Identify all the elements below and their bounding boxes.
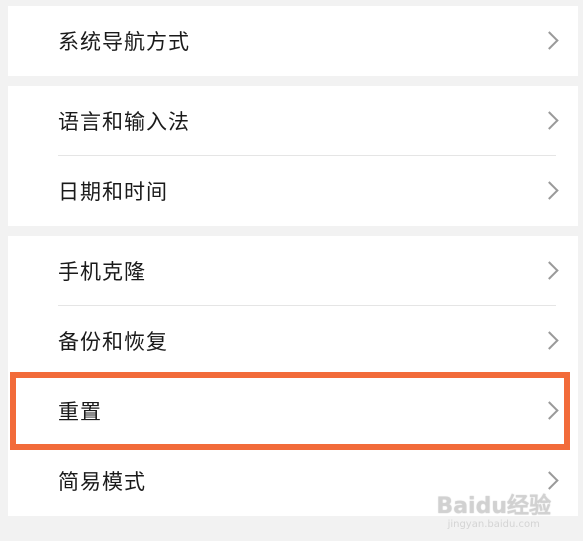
settings-group-language-time: 语言和输入法 日期和时间 bbox=[8, 86, 578, 226]
settings-item-label: 手机克隆 bbox=[58, 260, 146, 284]
chevron-right-icon bbox=[540, 401, 559, 420]
settings-item-phone-clone[interactable]: 手机克隆 bbox=[8, 236, 578, 306]
settings-item-label: 日期和时间 bbox=[58, 180, 168, 204]
settings-item-reset[interactable]: 重置 bbox=[8, 376, 578, 446]
settings-group-navigation: 系统导航方式 bbox=[8, 6, 578, 76]
chevron-right-icon bbox=[540, 471, 559, 490]
settings-item-label: 系统导航方式 bbox=[58, 30, 190, 54]
chevron-right-icon bbox=[540, 331, 559, 350]
chevron-right-icon bbox=[540, 31, 559, 50]
settings-item-label: 重置 bbox=[58, 400, 102, 424]
chevron-right-icon bbox=[540, 111, 559, 130]
settings-item-label: 简易模式 bbox=[58, 470, 146, 494]
settings-item-date-time[interactable]: 日期和时间 bbox=[8, 156, 578, 226]
settings-group-device: 手机克隆 备份和恢复 重置 简易模式 bbox=[8, 236, 578, 516]
settings-item-label: 语言和输入法 bbox=[58, 110, 190, 134]
settings-item-simple-mode[interactable]: 简易模式 bbox=[8, 446, 578, 516]
chevron-right-icon bbox=[540, 181, 559, 200]
settings-item-label: 备份和恢复 bbox=[58, 330, 168, 354]
watermark-url: jingyan.baidu.com bbox=[447, 519, 540, 530]
settings-page: 系统导航方式 语言和输入法 日期和时间 手机克隆 备份和恢复 重置 简易模式 B… bbox=[0, 0, 583, 541]
settings-item-system-navigation[interactable]: 系统导航方式 bbox=[8, 6, 578, 76]
settings-item-language-input[interactable]: 语言和输入法 bbox=[8, 86, 578, 156]
chevron-right-icon bbox=[540, 261, 559, 280]
settings-item-backup-restore[interactable]: 备份和恢复 bbox=[8, 306, 578, 376]
